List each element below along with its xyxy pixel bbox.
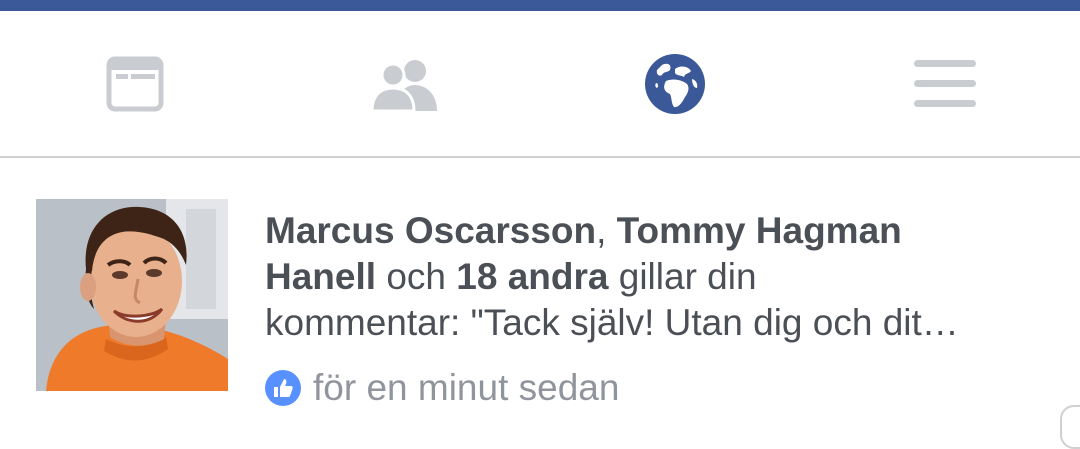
globe-notifications-icon — [645, 53, 705, 114]
tab-news-feed[interactable] — [35, 11, 235, 156]
timestamp: för en minut sedan — [313, 367, 620, 408]
tab-bar — [0, 11, 1080, 158]
like-icon — [265, 370, 301, 406]
user-name[interactable]: Tommy Hagman — [617, 210, 902, 251]
others-link[interactable]: 18 andra — [456, 256, 608, 297]
top-brand-bar — [0, 0, 1080, 11]
tab-friends[interactable] — [305, 11, 505, 156]
avatar[interactable] — [36, 199, 228, 391]
scroll-corner — [1060, 405, 1080, 449]
notification-text: Marcus Oscarsson, Tommy Hagman Hanell oc… — [265, 208, 1055, 346]
menu-icon — [914, 59, 976, 107]
notification-meta: för en minut sedan — [265, 366, 619, 410]
user-name[interactable]: Hanell — [265, 256, 376, 297]
tab-menu[interactable] — [845, 11, 1045, 156]
user-name[interactable]: Marcus Oscarsson — [265, 210, 596, 251]
tab-notifications[interactable] — [575, 11, 775, 156]
friends-icon — [371, 59, 437, 111]
news-feed-icon — [106, 56, 164, 111]
notification-item[interactable]: Marcus Oscarsson, Tommy Hagman Hanell oc… — [0, 158, 1080, 449]
comment-preview: kommentar: "Tack själv! Utan dig och dit… — [265, 302, 959, 343]
